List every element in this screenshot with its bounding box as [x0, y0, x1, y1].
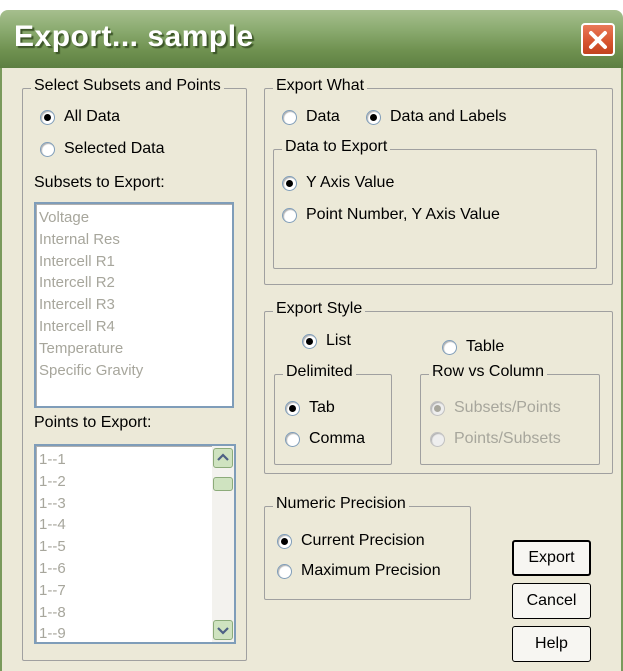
radio-dot [40, 109, 55, 125]
dialog-body: Select Subsets and Points All Data Selec… [0, 68, 623, 671]
help-button[interactable]: Help [512, 626, 591, 662]
table-radio[interactable]: Table [442, 338, 504, 356]
delimited-legend: Delimited [283, 363, 356, 381]
row-vs-column-legend: Row vs Column [429, 363, 548, 381]
comma-label: Comma [309, 430, 366, 447]
point-number-y-label: Point Number, Y Axis Value [306, 206, 500, 223]
list-item[interactable]: 1--8 [36, 602, 234, 624]
subsets-points-label: Subsets/Points [454, 399, 561, 416]
selected-data-label: Selected Data [64, 140, 165, 157]
title-bar[interactable]: Export... sample [0, 10, 623, 68]
comma-radio[interactable]: Comma [285, 430, 365, 448]
numeric-precision-group: Numeric Precision [264, 495, 471, 600]
maximum-precision-label: Maximum Precision [301, 562, 441, 579]
radio-dot [282, 175, 297, 191]
subsets-points-radio[interactable]: Subsets/Points [430, 399, 561, 417]
list-item[interactable]: 1--2 [36, 471, 234, 493]
window-title: Export... sample [14, 20, 254, 53]
export-style-legend: Export Style [273, 300, 366, 318]
delimited-group: Delimited [274, 363, 392, 465]
radio-dot [277, 533, 292, 549]
close-button[interactable] [581, 23, 615, 56]
list-item[interactable]: Specific Gravity [36, 360, 232, 382]
radio-dot [430, 431, 445, 447]
all-data-label: All Data [64, 108, 121, 125]
numeric-precision-legend: Numeric Precision [273, 495, 409, 513]
export-button[interactable]: Export [512, 540, 591, 576]
export-dialog: Export... sample Select Subsets and Poin… [0, 0, 623, 671]
selected-data-radio[interactable]: Selected Data [40, 140, 165, 158]
table-label: Table [466, 338, 505, 355]
y-axis-value-label: Y Axis Value [306, 174, 395, 191]
list-item[interactable]: 1--6 [36, 558, 234, 580]
radio-dot [282, 109, 297, 125]
points-listbox[interactable]: 1--1 1--2 1--3 1--4 1--5 1--6 1--7 1--8 … [34, 444, 236, 644]
point-number-y-radio[interactable]: Point Number, Y Axis Value [282, 206, 500, 224]
scroll-down-button[interactable] [213, 620, 233, 640]
data-and-labels-label: Data and Labels [390, 108, 507, 125]
chevron-down-icon [217, 627, 229, 635]
points-subsets-radio[interactable]: Points/Subsets [430, 430, 561, 448]
data-to-export-legend: Data to Export [282, 138, 391, 156]
list-item[interactable]: Intercell R3 [36, 294, 232, 316]
list-label: List [326, 332, 351, 349]
list-item[interactable]: 1--3 [36, 493, 234, 515]
list-radio[interactable]: List [302, 332, 351, 350]
radio-dot [430, 400, 445, 416]
data-label: Data [306, 108, 340, 125]
select-subsets-legend: Select Subsets and Points [31, 77, 224, 95]
list-item[interactable]: Temperature [36, 338, 232, 360]
tab-radio[interactable]: Tab [285, 399, 335, 417]
radio-dot [442, 339, 457, 355]
data-and-labels-radio[interactable]: Data and Labels [366, 108, 507, 126]
subsets-to-export-label: Subsets to Export: [34, 174, 165, 191]
list-item[interactable]: 1--7 [36, 580, 234, 602]
points-to-export-label: Points to Export: [34, 414, 152, 431]
all-data-radio[interactable]: All Data [40, 108, 120, 126]
radio-dot [285, 431, 300, 447]
radio-dot [366, 109, 381, 125]
radio-dot [302, 333, 317, 349]
points-subsets-label: Points/Subsets [454, 430, 561, 447]
list-item[interactable]: Intercell R2 [36, 272, 232, 294]
list-item[interactable]: 1--1 [36, 449, 234, 471]
data-radio[interactable]: Data [282, 108, 340, 126]
list-item[interactable]: 1--5 [36, 536, 234, 558]
radio-dot [277, 563, 292, 579]
points-scrollbar[interactable] [212, 446, 234, 642]
scroll-up-button[interactable] [213, 448, 233, 468]
cancel-button[interactable]: Cancel [512, 583, 591, 619]
list-item[interactable]: Intercell R1 [36, 251, 232, 273]
list-item[interactable]: Intercell R4 [36, 316, 232, 338]
row-vs-column-group: Row vs Column [420, 363, 600, 465]
close-icon [589, 31, 607, 49]
radio-dot [285, 400, 300, 416]
maximum-precision-radio[interactable]: Maximum Precision [277, 562, 441, 580]
current-precision-radio[interactable]: Current Precision [277, 532, 425, 550]
list-item[interactable]: Voltage [36, 207, 232, 229]
list-item[interactable]: 1--4 [36, 514, 234, 536]
export-what-legend: Export What [273, 77, 368, 95]
radio-dot [282, 207, 297, 223]
radio-dot [40, 141, 55, 157]
list-item[interactable]: 1--9 [36, 623, 234, 645]
current-precision-label: Current Precision [301, 532, 425, 549]
tab-label: Tab [309, 399, 335, 416]
chevron-up-icon [217, 453, 229, 461]
subsets-listbox[interactable]: Voltage Internal Res Intercell R1 Interc… [34, 202, 234, 408]
y-axis-value-radio[interactable]: Y Axis Value [282, 174, 394, 192]
scroll-thumb[interactable] [213, 477, 233, 491]
list-item[interactable]: Internal Res [36, 229, 232, 251]
